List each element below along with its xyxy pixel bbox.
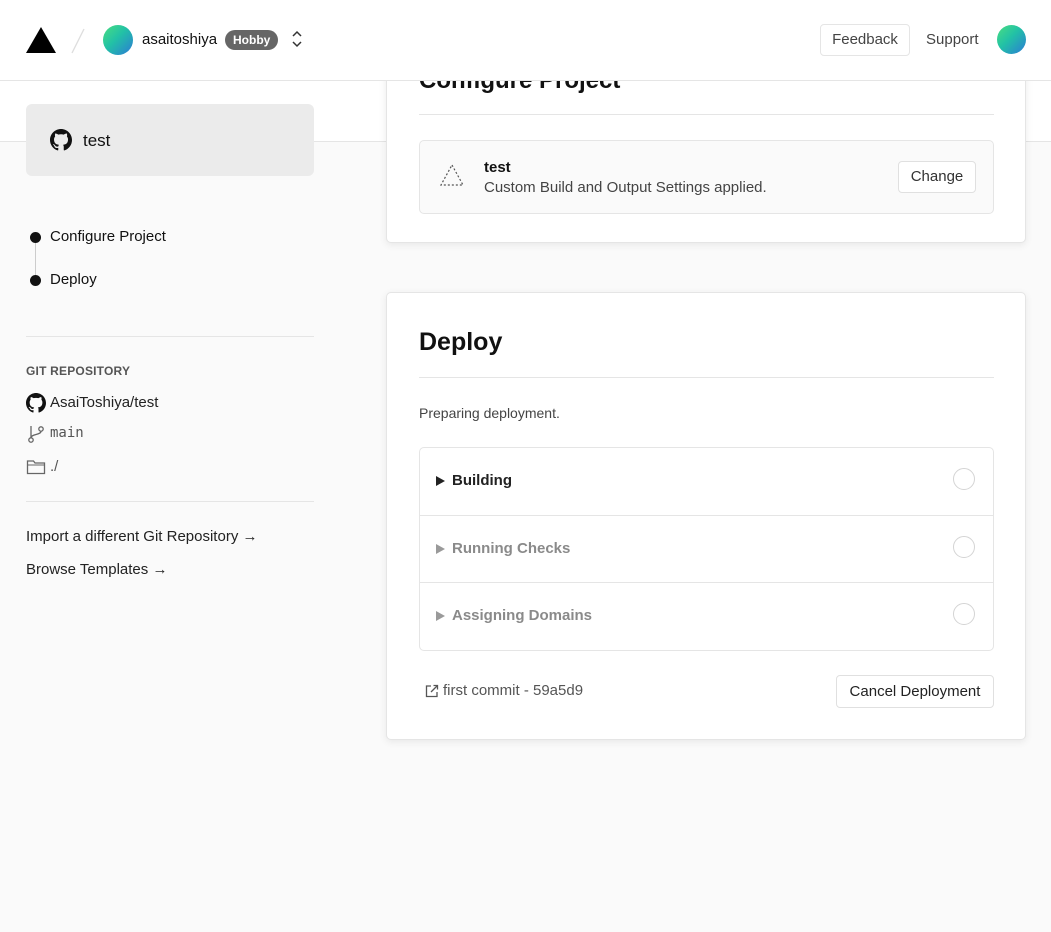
folder-icon [26, 460, 46, 475]
feedback-button[interactable]: Feedback [820, 24, 910, 56]
team-name[interactable]: asaitoshiya [142, 31, 217, 48]
caret-right-icon [436, 544, 445, 554]
cancel-deployment-button[interactable]: Cancel Deployment [836, 675, 994, 708]
step-assigning-domains-label: Assigning Domains [452, 607, 593, 624]
git-root-dir-row: ./ [26, 457, 146, 479]
vercel-logo-icon[interactable] [26, 27, 56, 53]
step-building-label: Building [452, 472, 512, 489]
step-dot [30, 232, 41, 243]
caret-right-icon [436, 476, 445, 486]
sidebar-divider [26, 336, 314, 337]
commit-text: first commit - 59a5d9 [443, 682, 584, 699]
caret-right-icon [436, 611, 445, 621]
project-name: test [484, 159, 511, 176]
import-repository-link[interactable]: Import a different Git Repository → [26, 528, 257, 545]
card-divider [419, 114, 994, 115]
repo-full-name: AsaiToshiya/test [50, 394, 159, 411]
pending-status-icon [953, 603, 975, 625]
commit-link[interactable]: first commit - 59a5d9 [425, 682, 625, 702]
step-dot [30, 275, 41, 286]
user-avatar[interactable] [997, 25, 1026, 54]
separator-slash-icon [71, 28, 85, 54]
deployment-steps: Building Running Checks Assigning Domain… [419, 447, 994, 651]
step-assigning-domains[interactable]: Assigning Domains [420, 582, 993, 649]
repo-card: test [26, 104, 314, 176]
change-button[interactable]: Change [898, 161, 976, 193]
card-divider [419, 377, 994, 378]
dashed-triangle-icon [440, 163, 464, 186]
browse-templates-link[interactable]: Browse Templates → [26, 561, 167, 578]
pending-status-icon [953, 536, 975, 558]
team-avatar[interactable] [103, 25, 133, 55]
step-connector [35, 240, 36, 280]
git-branch-icon [28, 426, 44, 443]
chevron-up-down-icon[interactable] [289, 29, 305, 49]
support-link[interactable]: Support [926, 31, 979, 48]
step-building[interactable]: Building [420, 448, 993, 515]
git-repository-heading: GIT REPOSITORY [26, 364, 131, 378]
pending-status-icon [953, 468, 975, 490]
external-link-icon [425, 684, 439, 698]
step-running-checks-label: Running Checks [452, 540, 571, 557]
repo-card-name: test [83, 131, 111, 150]
step-running-checks[interactable]: Running Checks [420, 515, 993, 582]
step-label: Deploy [50, 271, 97, 288]
deploy-card: Deploy Preparing deployment. Building Ru… [386, 292, 1026, 740]
top-navigation: asaitoshiya Hobby Feedback Support [0, 0, 1051, 81]
git-branch-row: main [26, 424, 146, 446]
github-icon [26, 393, 46, 413]
project-settings-box: test Custom Build and Output Settings ap… [419, 140, 994, 214]
branch-name: main [50, 425, 84, 441]
root-directory: ./ [50, 458, 59, 475]
project-settings-description: Custom Build and Output Settings applied… [484, 179, 767, 196]
deploy-status-text: Preparing deployment. [419, 405, 560, 421]
deploy-title: Deploy [419, 328, 503, 356]
plan-badge: Hobby [225, 30, 279, 50]
git-repo-row[interactable]: AsaiToshiya/test [26, 393, 226, 415]
github-icon [50, 129, 72, 151]
step-label: Configure Project [50, 228, 166, 245]
sidebar-divider [26, 501, 314, 502]
